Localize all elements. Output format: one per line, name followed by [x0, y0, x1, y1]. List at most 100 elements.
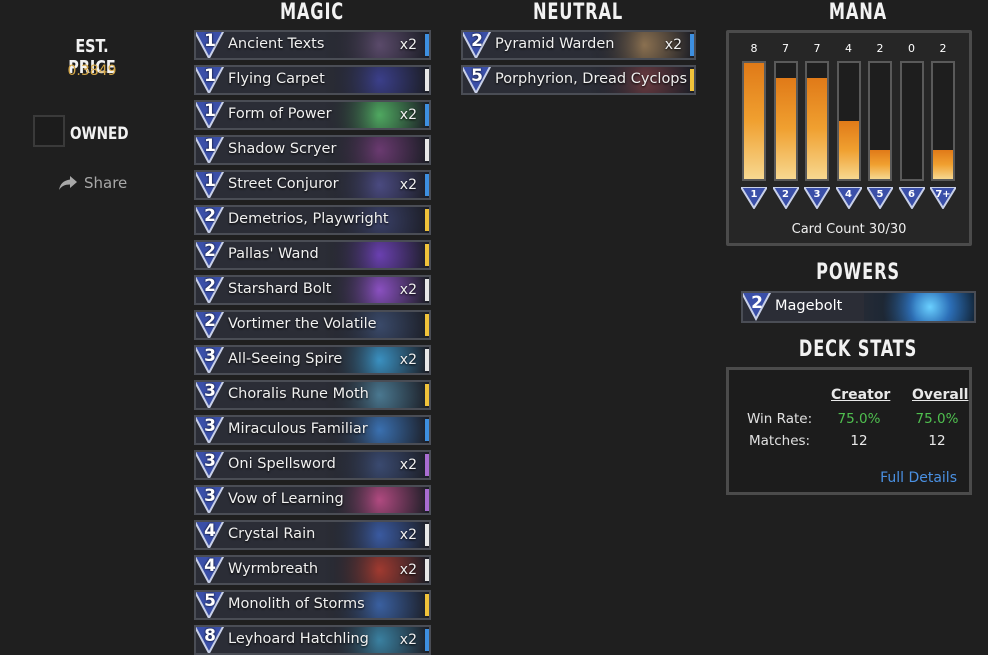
- card-row[interactable]: 3 Miraculous Familiar: [194, 415, 431, 445]
- deck-stats-heading: DECK STATS: [798, 337, 918, 362]
- mana-count: 2: [939, 42, 947, 55]
- mana-bar-fill: [775, 77, 796, 179]
- card-row[interactable]: 5 Monolith of Storms: [194, 590, 431, 620]
- card-quantity: x2: [399, 37, 417, 53]
- card-row[interactable]: 3 Vow of Learning: [194, 485, 431, 515]
- card-row[interactable]: 3 Choralis Rune Moth: [194, 380, 431, 410]
- card-cost: 4: [204, 556, 216, 576]
- mana-heading: MANA: [828, 0, 888, 25]
- rarity-stripe: [425, 174, 429, 196]
- card-cost: 2: [204, 206, 216, 226]
- card-row[interactable]: 4 Wyrmbreath x2: [194, 555, 431, 585]
- card-row[interactable]: 2 Pallas' Wand: [194, 240, 431, 270]
- card-quantity: x2: [399, 457, 417, 473]
- card-name: Starshard Bolt: [228, 281, 332, 297]
- card-name: Crystal Rain: [228, 526, 316, 542]
- rarity-stripe: [425, 489, 429, 511]
- mana-cost-label: 4: [845, 189, 852, 200]
- mana-cost-gem-icon[interactable]: 6: [896, 186, 927, 210]
- card-cost: 2: [204, 241, 216, 261]
- creator-column-header: Creator: [831, 387, 891, 403]
- card-cost: 3: [204, 381, 216, 401]
- powers-heading: POWERS: [816, 260, 900, 285]
- card-row[interactable]: 5 Porphyrion, Dread Cyclops: [461, 65, 696, 95]
- card-name: Miraculous Familiar: [228, 421, 368, 437]
- mana-cost-label: 2: [782, 189, 789, 200]
- card-row[interactable]: 8 Leyhoard Hatchling x2: [194, 625, 431, 655]
- share-button[interactable]: Share: [58, 174, 127, 192]
- power-cost: 2: [751, 293, 763, 313]
- card-row[interactable]: 1 Form of Power x2: [194, 100, 431, 130]
- win-rate-label: Win Rate:: [747, 411, 813, 427]
- mana-bar: [899, 61, 924, 181]
- card-quantity: x2: [664, 37, 682, 53]
- mana-cost-gem-icon[interactable]: 7+: [928, 186, 958, 210]
- mana-bar: [836, 61, 861, 181]
- mana-bar: [805, 61, 829, 181]
- card-row[interactable]: 2 Pyramid Warden x2: [461, 30, 696, 60]
- card-row[interactable]: 1 Flying Carpet: [194, 65, 431, 95]
- mana-bar-fill: [744, 63, 764, 179]
- rarity-stripe: [425, 454, 429, 476]
- share-label: Share: [84, 174, 128, 192]
- card-row[interactable]: 2 Starshard Bolt x2: [194, 275, 431, 305]
- card-cost: 3: [204, 451, 216, 471]
- rarity-stripe: [425, 559, 429, 581]
- card-name: Shadow Scryer: [228, 141, 337, 157]
- card-quantity: x2: [399, 282, 417, 298]
- card-name: Street Conjuror: [228, 176, 339, 192]
- overall-column-header: Overall: [912, 387, 969, 403]
- mana-cost-gem-icon[interactable]: 4: [833, 186, 864, 210]
- matches-overall: 12: [928, 433, 946, 449]
- card-row[interactable]: 1 Street Conjuror x2: [194, 170, 431, 200]
- card-quantity: x2: [399, 177, 417, 193]
- mana-cost-gem-icon[interactable]: 3: [802, 186, 832, 210]
- mana-bar: [773, 61, 798, 181]
- card-cost: 1: [204, 66, 216, 86]
- owned-checkbox[interactable]: [33, 115, 65, 147]
- mana-cost-gem-icon[interactable]: 2: [770, 186, 801, 210]
- mana-count: 7: [813, 42, 821, 55]
- full-details-link[interactable]: Full Details: [880, 470, 957, 486]
- card-quantity: x2: [399, 527, 417, 543]
- rarity-stripe: [425, 69, 429, 91]
- card-name: Flying Carpet: [228, 71, 325, 87]
- mana-count: 0: [908, 42, 915, 55]
- card-row[interactable]: 2 Vortimer the Volatile: [194, 310, 431, 340]
- card-row[interactable]: 3 All-Seeing Spire x2: [194, 345, 431, 375]
- rarity-stripe: [425, 279, 429, 301]
- card-cost: 3: [204, 416, 216, 436]
- card-name: Ancient Texts: [228, 36, 325, 52]
- mana-bar-fill: [870, 150, 890, 179]
- mana-bar: [742, 61, 766, 181]
- magic-heading: MAGIC: [279, 0, 345, 25]
- mana-cost-gem-icon[interactable]: 1: [739, 186, 769, 210]
- rarity-stripe: [425, 594, 429, 616]
- card-name: Oni Spellsword: [228, 456, 336, 472]
- card-quantity: x2: [399, 562, 417, 578]
- power-name: Magebolt: [775, 298, 843, 314]
- card-cost: 5: [204, 591, 216, 611]
- card-name: Wyrmbreath: [228, 561, 319, 577]
- card-cost: 3: [204, 486, 216, 506]
- card-cost: 1: [204, 136, 216, 156]
- win-rate-overall: 75.0%: [915, 411, 959, 427]
- card-name: All-Seeing Spire: [228, 351, 343, 367]
- card-row[interactable]: 1 Shadow Scryer: [194, 135, 431, 165]
- mana-curve-panel: Card Count 30/30 8 1 7 2 7 3 4 4 2 5 0 6 2 7+: [726, 30, 972, 246]
- matches-label: Matches:: [749, 433, 811, 449]
- rarity-stripe: [425, 209, 429, 231]
- mana-cost-label: 3: [813, 189, 821, 200]
- card-cost: 2: [471, 31, 483, 51]
- mana-cost-gem-icon[interactable]: 5: [865, 186, 895, 210]
- card-row[interactable]: 4 Crystal Rain x2: [194, 520, 431, 550]
- card-row[interactable]: 1 Ancient Texts x2: [194, 30, 431, 60]
- mana-count: 4: [845, 42, 852, 55]
- card-name: Vortimer the Volatile: [228, 316, 377, 332]
- mana-bar-fill: [838, 121, 859, 179]
- card-cost: 1: [204, 31, 216, 51]
- power-card[interactable]: 2 Magebolt: [741, 291, 976, 323]
- card-row[interactable]: 3 Oni Spellsword x2: [194, 450, 431, 480]
- card-row[interactable]: 2 Demetrios, Playwright: [194, 205, 431, 235]
- card-name: Leyhoard Hatchling: [228, 631, 369, 647]
